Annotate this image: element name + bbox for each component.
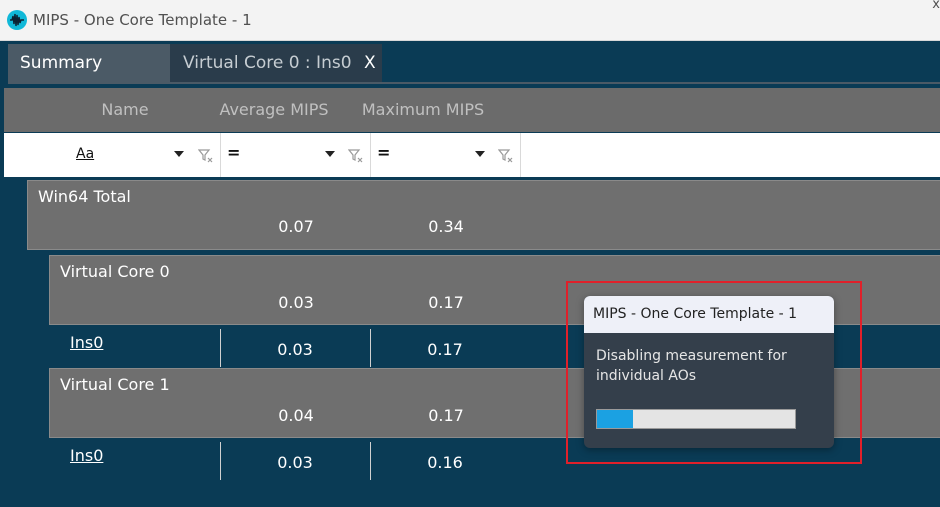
tab-summary[interactable]: Summary	[8, 44, 170, 82]
column-header-row: Name Average MIPS Maximum MIPS	[4, 88, 940, 132]
chevron-down-icon[interactable]	[475, 151, 485, 157]
average-mips-value: 0.04	[278, 406, 314, 425]
maximum-mips-value: 0.17	[427, 340, 463, 359]
ins0-link[interactable]: Ins0	[70, 333, 103, 352]
chevron-down-icon[interactable]	[325, 151, 335, 157]
filter-clear-icon[interactable]	[348, 148, 364, 164]
maximum-filter-operator[interactable]: =	[377, 143, 390, 162]
filter-clear-icon[interactable]	[198, 148, 214, 164]
group-name: Win64 Total	[38, 187, 131, 206]
window-close-icon[interactable]: x	[912, 0, 940, 12]
cell-divider	[370, 329, 371, 367]
average-mips-value: 0.07	[278, 217, 314, 236]
text-filter-operator[interactable]: Aa	[76, 146, 94, 162]
cell-divider	[220, 442, 221, 480]
group-name: Virtual Core 1	[60, 375, 170, 394]
average-mips-value: 0.03	[278, 293, 314, 312]
app-waveform-icon	[7, 10, 27, 30]
chevron-down-icon[interactable]	[174, 151, 184, 157]
average-filter-cell[interactable]: =	[221, 133, 371, 177]
column-header-average-mips[interactable]: Average MIPS	[210, 88, 338, 132]
maximum-mips-value: 0.17	[428, 406, 464, 425]
average-mips-value: 0.03	[277, 340, 313, 359]
average-mips-value: 0.03	[277, 453, 313, 472]
cell-divider	[220, 329, 221, 367]
average-filter-operator[interactable]: =	[227, 143, 240, 162]
column-header-maximum-mips[interactable]: Maximum MIPS	[358, 88, 488, 132]
filter-clear-icon[interactable]	[498, 148, 514, 164]
tab-virtual-core-0-ins0[interactable]: Virtual Core 0 : Ins0 X	[170, 44, 382, 82]
column-header-name[interactable]: Name	[50, 88, 200, 132]
tab-close-button[interactable]: X	[364, 44, 376, 82]
window-title: MIPS - One Core Template - 1	[33, 11, 252, 29]
maximum-mips-value: 0.34	[428, 217, 464, 236]
cell-divider	[370, 442, 371, 480]
maximum-filter-cell[interactable]: =	[371, 133, 521, 177]
group-row-win64-total[interactable]: Win64 Total 0.07 0.34	[27, 180, 940, 250]
filter-row: Aa = =	[4, 133, 940, 177]
maximum-mips-value: 0.16	[427, 453, 463, 472]
tab-virtual-core-0-ins0-label: Virtual Core 0 : Ins0	[183, 53, 352, 73]
tab-strip-divider	[8, 82, 940, 84]
maximum-mips-value: 0.17	[428, 293, 464, 312]
tab-summary-label: Summary	[20, 53, 103, 73]
name-filter-cell[interactable]: Aa	[4, 133, 221, 177]
highlight-box	[566, 281, 862, 464]
ins0-link[interactable]: Ins0	[70, 446, 103, 465]
group-name: Virtual Core 0	[60, 262, 170, 281]
